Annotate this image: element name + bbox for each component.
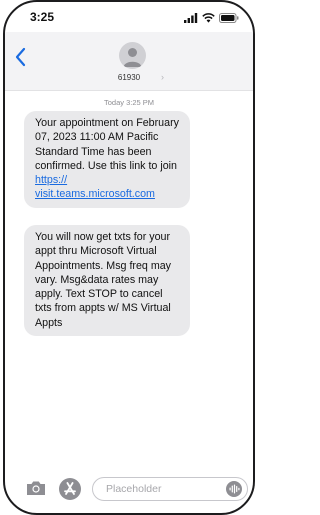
status-bar: 3:25 [5, 2, 253, 32]
voice-waveform-icon[interactable] [226, 481, 242, 497]
app-store-icon[interactable] [59, 478, 81, 500]
message-input[interactable]: Placeholder [92, 477, 248, 501]
signal-icon [184, 13, 198, 23]
message-input-placeholder: Placeholder [106, 483, 162, 495]
phone-frame: 3:25 61930 › Today 3:25 PM Your appointm… [3, 0, 255, 515]
status-time: 3:25 [30, 10, 55, 24]
sender-chevron-icon[interactable]: › [161, 72, 164, 82]
message-text: Your appointment on February 07, 2023 11… [35, 117, 179, 172]
message-bubble: You will now get txts for your appt thru… [24, 225, 190, 337]
message-bubble: Your appointment on February 07, 2023 11… [24, 111, 190, 208]
camera-icon[interactable] [25, 479, 47, 497]
message-link[interactable]: https:// visit.teams.microsoft.com [35, 174, 155, 200]
back-chevron-icon[interactable] [14, 47, 28, 67]
contact-avatar-icon[interactable] [119, 42, 146, 69]
status-icons [184, 12, 239, 24]
message-timestamp: Today 3:25 PM [103, 98, 155, 107]
battery-icon [219, 13, 239, 23]
conversation-header: 61930 › [5, 32, 253, 91]
message-text: You will now get txts for your appt thru… [35, 231, 172, 329]
wifi-icon [202, 13, 215, 23]
sender-name[interactable]: 61930 [5, 73, 253, 82]
